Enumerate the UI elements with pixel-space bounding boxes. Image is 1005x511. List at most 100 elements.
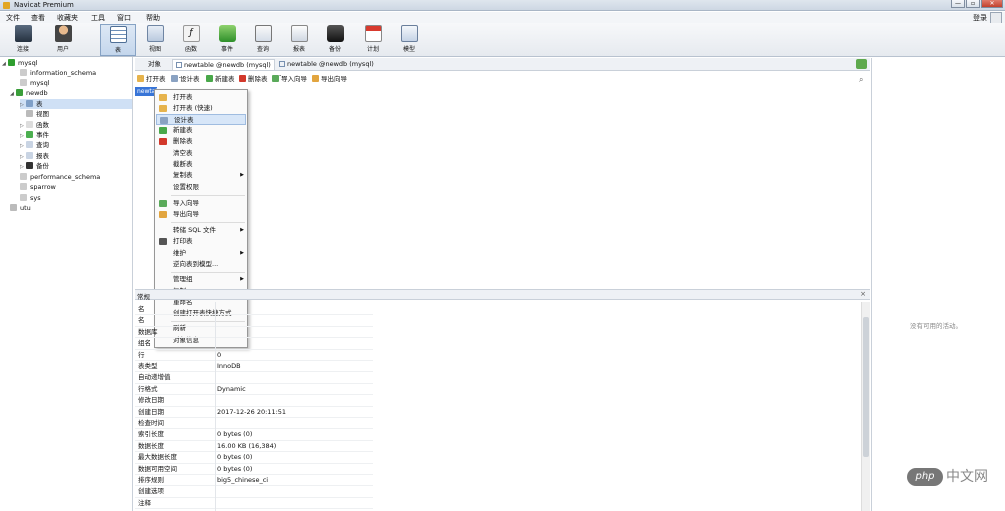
toolbar-backup-button[interactable]: 备份 (318, 24, 352, 56)
model-icon (400, 25, 418, 42)
search-icon[interactable]: ⌕ (859, 75, 863, 85)
import-wizard-button[interactable]: 导入向导 (272, 74, 307, 84)
database-icon (20, 194, 27, 201)
design-table-button[interactable]: 设计表 (171, 74, 200, 84)
toolbar-event-button[interactable]: 事件 (210, 24, 244, 56)
tree-tables[interactable]: ▷ 表 (20, 99, 132, 109)
property-row: 排序规则 big5_chinese_ci (135, 475, 373, 487)
menu-item-empty-table[interactable]: 清空表 (156, 148, 246, 159)
submenu-arrow-icon: ▶ (240, 172, 244, 178)
properties-scrollbar[interactable] (861, 302, 870, 511)
plug-icon (14, 25, 32, 42)
properties-table: 名 名 数据库 组名 行0 表类型 InnoDB 自动递增值 行格式 Dynamic… (135, 302, 373, 511)
menu-view[interactable]: 查看 (31, 13, 45, 23)
menu-item-truncate-table[interactable]: 截断表 (156, 159, 246, 170)
query-icon (26, 141, 33, 148)
submenu-arrow-icon: ▶ (240, 250, 244, 256)
toolbar-schedule-button[interactable]: 计划 (356, 24, 390, 56)
property-row: 最大数据长度 0 bytes (0) (135, 452, 373, 464)
menu-separator (171, 272, 245, 273)
property-row: 修改日期 (135, 395, 373, 407)
toolbar-connection-button[interactable]: 连接 (6, 24, 40, 56)
menu-item-import-wizard[interactable]: 导入向导 (156, 198, 246, 209)
toolbar-function-button[interactable]: ƒ 函数 (174, 24, 208, 56)
menu-item-reverse-to-model[interactable]: 逆向表到模型... (156, 259, 246, 270)
title-bar: Navicat Premium — ▫ ✕ (0, 0, 1005, 11)
property-row: 组名 (135, 338, 373, 350)
menu-item-design-table[interactable]: 设计表 (156, 114, 246, 125)
table-icon (279, 61, 285, 67)
new-table-button[interactable]: 新建表 (206, 74, 235, 84)
tree-queries[interactable]: ▷ 查询 (20, 140, 49, 150)
object-action-bar: 打开表 设计表 新建表 删除表 导入向导 导出向导 (135, 73, 870, 86)
menu-item-new-table[interactable]: 新建表 (156, 125, 246, 136)
open-table-button[interactable]: 打开表 (137, 74, 166, 84)
menu-help[interactable]: 帮助 (146, 13, 160, 23)
menu-favorites[interactable]: 收藏夹 (57, 13, 78, 23)
menu-item-manage-group[interactable]: 管理组 ▶ (156, 274, 246, 285)
tree-views[interactable]: 视图 (20, 109, 49, 119)
tree-reports[interactable]: ▷ 报表 (20, 151, 49, 161)
login-link[interactable]: 登录 (973, 13, 987, 23)
toolbar-model-button[interactable]: 模型 (392, 24, 426, 56)
database-icon (20, 79, 27, 86)
open-table-icon (137, 75, 144, 82)
toolbar-view-button[interactable]: 视图 (138, 24, 172, 56)
tree-db-sys[interactable]: sys (20, 193, 41, 203)
toolbar-user-button[interactable]: 用户 (46, 24, 80, 56)
menu-item-open-table[interactable]: 打开表 (156, 92, 246, 103)
toolbar-report-button[interactable]: 报表 (282, 24, 316, 56)
property-row: 行0 (135, 350, 373, 361)
main-toolbar: 连接 用户 表 视图 ƒ 函数 事件 查询 报表 备份 计划 模型 (0, 23, 1005, 57)
menu-file[interactable]: 文件 (6, 13, 20, 23)
tree-db-newdb[interactable]: ◢ newdb (10, 88, 48, 98)
tree-conn-mysql[interactable]: ◢ mysql (2, 58, 38, 68)
tree-conn-utu[interactable]: utu (10, 203, 31, 213)
toolbar-table-button[interactable]: 表 (100, 24, 136, 56)
menu-item-dump-sql[interactable]: 转储 SQL 文件 ▶ (156, 225, 246, 236)
tag-icon[interactable] (856, 59, 867, 69)
event-icon (218, 25, 236, 42)
property-row: 检查时间 (135, 418, 373, 430)
menu-item-delete-table[interactable]: 删除表 (156, 136, 246, 147)
tab-newtable-data[interactable]: newtable @newdb (mysql) -... (276, 59, 384, 79)
tab-objects[interactable]: 对象 (135, 59, 171, 70)
tab-general[interactable]: 常规 (137, 291, 150, 301)
close-button[interactable]: ✕ (981, 0, 1003, 8)
menu-window[interactable]: 窗口 (117, 13, 131, 23)
menu-item-open-table-quick[interactable]: 打开表 (快速) (156, 103, 246, 114)
menu-item-print-table[interactable]: 打印表 (156, 236, 246, 247)
minimize-button[interactable]: — (951, 0, 965, 8)
tree-db-performance-schema[interactable]: performance_schema (20, 172, 100, 182)
submenu-arrow-icon: ▶ (240, 276, 244, 282)
menu-tools[interactable]: 工具 (91, 13, 105, 23)
database-icon (20, 173, 27, 180)
tab-newtable-design[interactable]: newtable @newdb (mysql) -... (172, 59, 275, 80)
close-icon[interactable]: × (860, 290, 866, 298)
menu-item-duplicate-table[interactable]: 复制表 ▶ (156, 170, 246, 181)
menu-bar: 文件 查看 收藏夹 工具 窗口 帮助 (0, 12, 1005, 23)
menu-item-export-wizard[interactable]: 导出向导 (156, 209, 246, 220)
scrollbar-thumb[interactable] (863, 317, 869, 457)
tree-db-sparrow[interactable]: sparrow (20, 182, 56, 192)
maximize-button[interactable]: ▫ (966, 0, 980, 8)
tree-functions[interactable]: ▷ 函数 (20, 120, 49, 130)
calendar-icon (364, 25, 382, 42)
toolbar-query-button[interactable]: 查询 (246, 24, 280, 56)
design-table-icon (176, 62, 182, 68)
submenu-arrow-icon: ▶ (240, 227, 244, 233)
tree-backups[interactable]: ▷ 备份 (20, 161, 49, 171)
menu-item-set-permissions[interactable]: 设置权限 (156, 182, 246, 193)
properties-tab-bar: 常规 × (135, 289, 870, 301)
backup-icon (326, 25, 344, 42)
property-row: 自动递增值 (135, 372, 373, 384)
tree-db-mysql[interactable]: mysql (20, 78, 50, 88)
export-wizard-button[interactable]: 导出向导 (312, 74, 347, 84)
column-divider (215, 302, 216, 511)
tree-events[interactable]: ▷ 事件 (20, 130, 49, 140)
open-table-icon (159, 94, 167, 101)
view-glasses-icon (26, 110, 33, 117)
tree-db-information-schema[interactable]: information_schema (20, 68, 96, 78)
delete-table-button[interactable]: 删除表 (239, 74, 268, 84)
menu-item-maintain[interactable]: 维护 ▶ (156, 248, 246, 259)
